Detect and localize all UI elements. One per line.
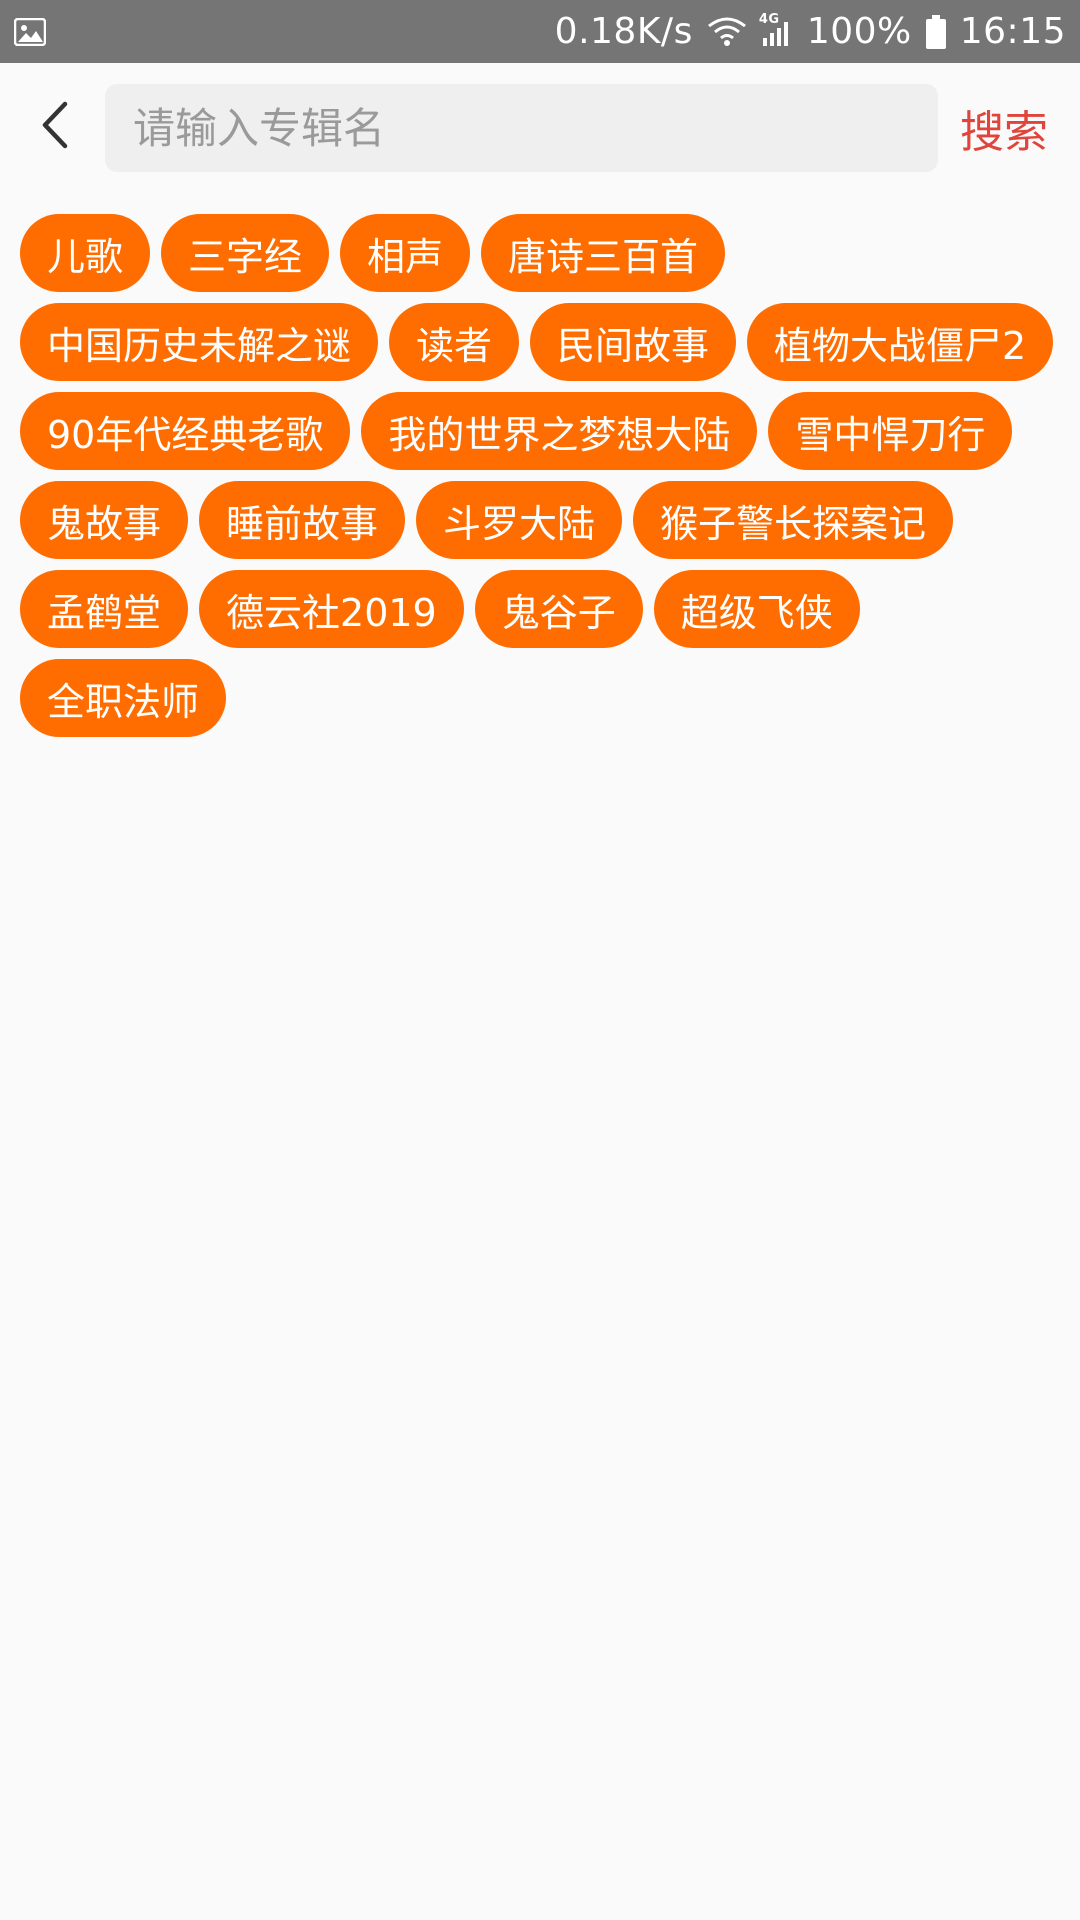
status-bar: 0.18K/s 4G 100% 16:15 [0, 0, 1080, 63]
status-left [14, 17, 46, 46]
network-type-label: 4G [758, 11, 780, 27]
tag-item[interactable]: 鬼谷子 [474, 570, 643, 648]
search-input[interactable] [133, 103, 910, 153]
tag-item[interactable]: 超级飞侠 [653, 570, 860, 648]
back-button[interactable] [22, 93, 86, 157]
battery-icon [925, 14, 946, 49]
tag-item[interactable]: 睡前故事 [199, 481, 406, 559]
tag-item[interactable]: 孟鹤堂 [20, 570, 189, 648]
clock: 16:15 [959, 11, 1066, 52]
chevron-left-icon [42, 101, 68, 149]
search-header: 搜索 [0, 63, 1080, 195]
tag-item[interactable]: 读者 [389, 303, 520, 381]
tag-item[interactable]: 全职法师 [20, 659, 227, 737]
tag-item[interactable]: 斗罗大陆 [416, 481, 623, 559]
tag-item[interactable]: 鬼故事 [20, 481, 189, 559]
status-right: 0.18K/s 4G 100% 16:15 [555, 11, 1066, 52]
tag-item[interactable]: 儿歌 [20, 214, 151, 292]
search-box [105, 84, 938, 172]
hot-tags: 儿歌 三字经 相声 唐诗三百首 中国历史未解之谜 读者 民间故事 植物大战僵尸2… [20, 214, 1060, 737]
signal-indicator: 4G [759, 12, 793, 48]
tag-item[interactable]: 雪中悍刀行 [768, 392, 1013, 470]
net-speed: 0.18K/s [554, 11, 693, 52]
tag-item[interactable]: 民间故事 [530, 303, 737, 381]
tag-item[interactable]: 猴子警长探案记 [633, 481, 954, 559]
gallery-icon [14, 17, 46, 46]
tag-item[interactable]: 相声 [340, 214, 471, 292]
tag-item[interactable]: 唐诗三百首 [481, 214, 726, 292]
wifi-icon [707, 17, 746, 46]
tag-item[interactable]: 三字经 [161, 214, 330, 292]
tag-item[interactable]: 植物大战僵尸2 [747, 303, 1054, 381]
tag-item[interactable]: 中国历史未解之谜 [20, 303, 379, 381]
tag-item[interactable]: 90年代经典老歌 [20, 392, 351, 470]
battery-percent: 100% [806, 11, 912, 52]
search-button[interactable]: 搜索 [960, 93, 1048, 163]
tag-item[interactable]: 德云社2019 [199, 570, 464, 648]
tag-item[interactable]: 我的世界之梦想大陆 [361, 392, 758, 470]
